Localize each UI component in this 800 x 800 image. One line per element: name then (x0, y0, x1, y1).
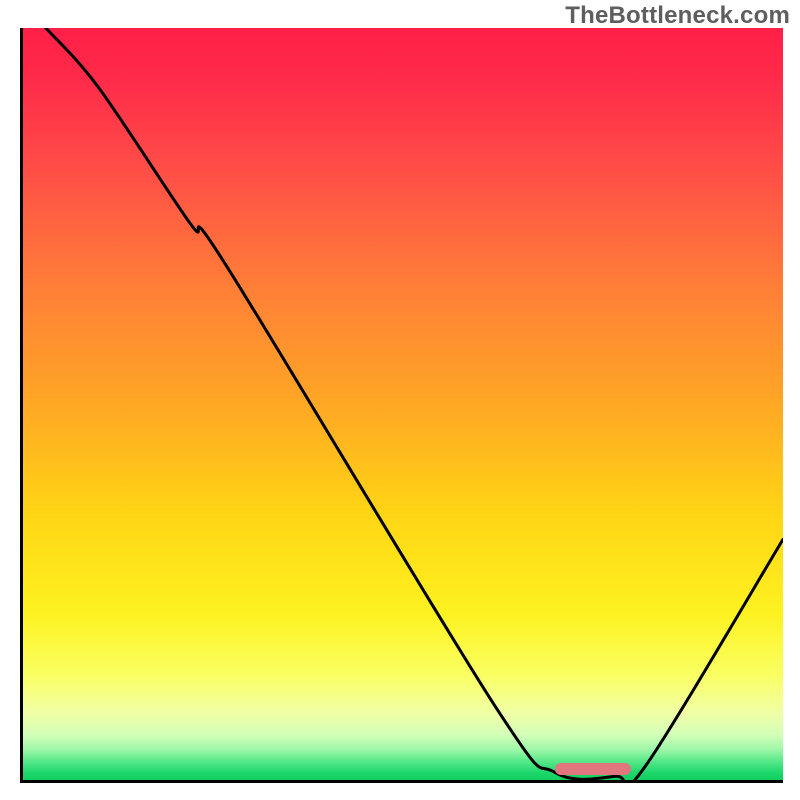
bottleneck-curve (23, 28, 783, 780)
plot-area (20, 28, 783, 783)
optimal-marker (555, 763, 631, 775)
watermark-text: TheBottleneck.com (565, 2, 790, 30)
bottleneck-chart: TheBottleneck.com (0, 0, 800, 800)
